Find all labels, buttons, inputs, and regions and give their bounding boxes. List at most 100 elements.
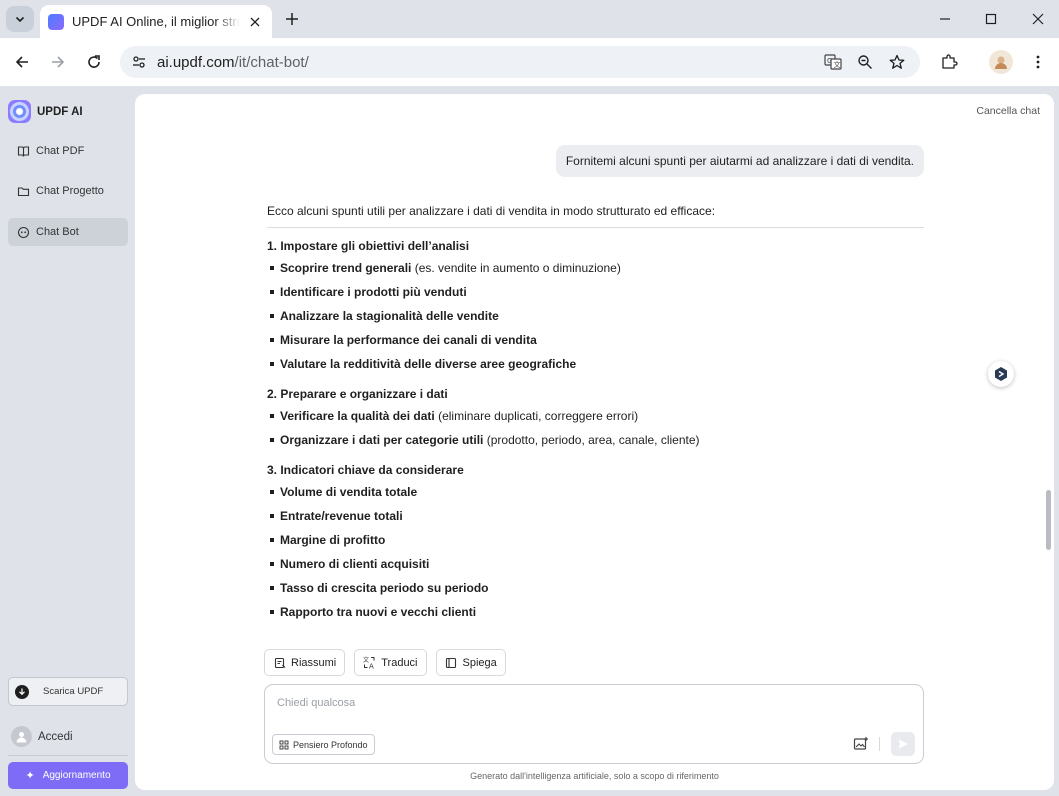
- bot-icon: [16, 225, 30, 239]
- explain-button[interactable]: Spiega: [435, 649, 506, 676]
- summarize-button[interactable]: Riassumi: [264, 649, 346, 676]
- summarize-label: Riassumi: [291, 656, 337, 669]
- maximize-icon: [985, 13, 997, 25]
- close-icon: [250, 17, 260, 26]
- tune-icon: [133, 56, 145, 68]
- site-settings-button[interactable]: [128, 51, 150, 73]
- reload-icon: [88, 55, 100, 68]
- maximize-button[interactable]: [981, 9, 1001, 29]
- send-icon: [898, 739, 908, 749]
- answer-bullet: Misurare la performance dei canali di ve…: [270, 328, 924, 352]
- extensions-button[interactable]: [937, 50, 961, 74]
- page-scrollbar[interactable]: [1046, 490, 1051, 550]
- bullet-marker: [270, 361, 274, 366]
- answer-bullet: Margine di profitto: [270, 528, 924, 552]
- sidebar-item-chat-bot[interactable]: Chat Bot: [8, 218, 128, 246]
- explain-label: Spiega: [462, 656, 497, 669]
- bullet-detail-text: (eliminare duplicati, correggere errori): [434, 409, 639, 423]
- image-add-icon: [853, 737, 868, 750]
- atom-icon: [279, 740, 289, 750]
- bullet-marker: [270, 265, 274, 270]
- zoom-button[interactable]: [854, 51, 876, 73]
- more-vert-icon: [1036, 55, 1040, 69]
- login-button[interactable]: Accedi: [11, 726, 73, 747]
- answer-bullet: Scoprire trend generali (es. vendite in …: [270, 256, 924, 280]
- url-text: ai.updf.com/it/chat-bot/: [157, 54, 309, 71]
- bullet-bold-text: Numero di clienti acquisiti: [280, 557, 430, 571]
- bullet-bold-text: Organizzare i dati per categorie utili: [280, 433, 484, 447]
- star-icon: [889, 54, 905, 69]
- bullet-marker: [270, 489, 274, 494]
- answer-bullet: Analizzare la stagionalità delle vendite: [270, 304, 924, 328]
- updf-logo-icon: [8, 100, 31, 123]
- tab-close-button[interactable]: [246, 13, 264, 31]
- bullet-marker: [270, 609, 274, 614]
- sparkle-icon: ✦: [25, 770, 35, 782]
- new-tab-button[interactable]: [282, 9, 302, 29]
- answer-bullet: Organizzare i dati per categorie utili (…: [270, 428, 924, 452]
- answer-bullet: Rapporto tra nuovi e vecchi clienti: [270, 600, 924, 624]
- minimize-icon: [940, 18, 950, 20]
- google-translate-icon: G文: [824, 54, 842, 70]
- address-bar[interactable]: ai.updf.com/it/chat-bot/ G文: [120, 46, 920, 78]
- bullet-marker: [270, 561, 274, 566]
- login-label: Accedi: [38, 730, 73, 743]
- bookmark-button[interactable]: [886, 51, 908, 73]
- arrow-right-icon: [52, 56, 65, 68]
- answer-bullet: Entrate/revenue totali: [270, 504, 924, 528]
- bullet-bold-text: Analizzare la stagionalità delle vendite: [280, 309, 499, 323]
- answer-bullet: Numero di clienti acquisiti: [270, 552, 924, 576]
- answer-section-heading: 3. Indicatori chiave da considerare: [267, 463, 464, 477]
- window-close-button[interactable]: [1028, 9, 1048, 29]
- explain-icon: [445, 656, 458, 669]
- clear-chat-button[interactable]: Cancella chat: [976, 105, 1040, 117]
- send-button[interactable]: [891, 732, 915, 756]
- bullet-bold-text: Valutare la redditività delle diverse ar…: [280, 357, 577, 371]
- upgrade-button[interactable]: ✦ Aggiornamento: [8, 762, 128, 789]
- sidebar: UPDF AI Chat PDF Chat Progetto Chat Bot …: [0, 86, 135, 796]
- puzzle-icon: [942, 54, 958, 69]
- chat-input[interactable]: [277, 697, 837, 709]
- reload-button[interactable]: [84, 52, 104, 72]
- download-updf-button[interactable]: Scarica UPDF: [8, 677, 128, 706]
- translate-label: Traduci: [381, 656, 418, 669]
- deep-think-toggle[interactable]: Pensiero Profondo: [272, 734, 375, 755]
- plus-icon: [286, 13, 298, 25]
- profile-avatar[interactable]: [989, 50, 1013, 74]
- minimize-button[interactable]: [935, 9, 955, 29]
- url-host: ai.updf.com: [157, 53, 235, 71]
- upgrade-label: Aggiornamento: [42, 770, 111, 781]
- browser-toolbar: ai.updf.com/it/chat-bot/ G文: [0, 38, 1059, 86]
- forward-button[interactable]: [48, 52, 68, 72]
- bullet-bold-text: Verificare la qualità dei dati: [280, 409, 435, 423]
- translate-page-button[interactable]: G文: [822, 51, 844, 73]
- tab-title: UPDF AI Online, il miglior strumento: [72, 14, 240, 29]
- folder-icon: [16, 184, 30, 198]
- bullet-bold-text: Entrate/revenue totali: [280, 509, 403, 523]
- translate-button[interactable]: 文A Traduci: [354, 649, 427, 676]
- floating-assistant-button[interactable]: [988, 361, 1014, 387]
- browser-menu-button[interactable]: [1026, 50, 1050, 74]
- answer-bullet: Verificare la qualità dei dati (eliminar…: [270, 404, 924, 428]
- tab-search-button[interactable]: [6, 6, 34, 32]
- browser-tab-active[interactable]: UPDF AI Online, il miglior strumento: [40, 5, 272, 38]
- brand[interactable]: UPDF AI: [8, 100, 83, 123]
- bullet-bold-text: Scoprire trend generali: [280, 261, 412, 275]
- upload-image-button[interactable]: [851, 734, 871, 754]
- svg-text:文: 文: [834, 60, 841, 69]
- download-icon: [15, 684, 29, 699]
- answer-intro: Ecco alcuni spunti utili per analizzare …: [267, 204, 924, 228]
- bullet-marker: [270, 313, 274, 318]
- user-message-bubble: Fornitemi alcuni spunti per aiutarmi ad …: [555, 145, 924, 177]
- browser-tab-bar: UPDF AI Online, il miglior strumento: [0, 0, 1059, 38]
- back-button[interactable]: [12, 52, 32, 72]
- message-composer: Pensiero Profondo: [264, 684, 924, 764]
- ai-disclaimer: Generato dall'intelligenza artificiale, …: [470, 771, 719, 781]
- sidebar-item-chat-progetto[interactable]: Chat Progetto: [8, 177, 128, 205]
- bullet-marker: [270, 537, 274, 542]
- sidebar-divider: [8, 755, 128, 756]
- bullet-marker: [270, 289, 274, 294]
- sidebar-item-chat-pdf[interactable]: Chat PDF: [8, 137, 128, 165]
- sidebar-item-label: Chat Progetto: [36, 185, 104, 197]
- answer-bullet: Volume di vendita totale: [270, 480, 924, 504]
